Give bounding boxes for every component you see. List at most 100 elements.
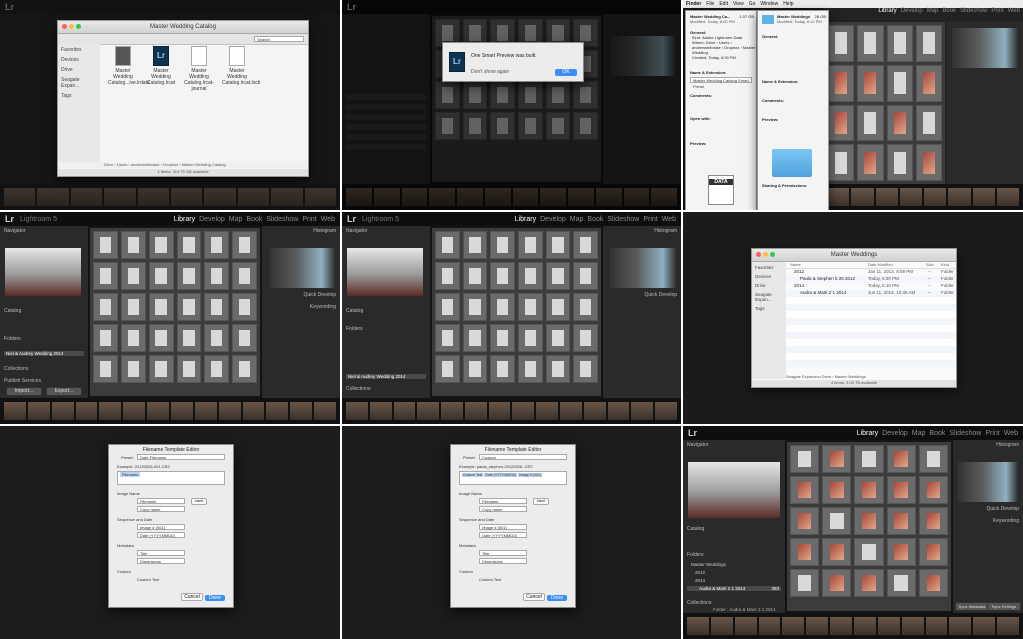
- window-controls[interactable]: [62, 24, 81, 29]
- module-print[interactable]: Print: [985, 430, 999, 437]
- publish-header[interactable]: Publish Services: [4, 378, 41, 384]
- insert-button[interactable]: Insert: [533, 498, 549, 505]
- folder-item-selected[interactable]: Niel & Audrey Wedding 2014: [4, 351, 84, 356]
- histogram-header[interactable]: Histogram: [262, 226, 340, 236]
- catalog-header[interactable]: Catalog: [4, 308, 21, 314]
- section-sharing[interactable]: Sharing & Permissions:: [762, 183, 807, 188]
- folder-2012[interactable]: 2012: [695, 570, 705, 575]
- copy-name-select[interactable]: Copy name: [479, 506, 527, 512]
- filename-select[interactable]: Filename: [479, 498, 527, 504]
- folders-header[interactable]: Folders: [4, 336, 21, 342]
- ok-button[interactable]: OK: [555, 69, 577, 76]
- search-input[interactable]: Search: [254, 36, 304, 42]
- folder-item-selected[interactable]: Audra & Mark 2 1 2014 383: [687, 586, 781, 591]
- folder-2014[interactable]: 2014: [695, 578, 705, 583]
- sidebar-item[interactable]: Tags: [61, 93, 97, 99]
- image-num-select[interactable]: Image # (001): [137, 524, 185, 530]
- import-button[interactable]: Import...: [6, 387, 42, 396]
- module-web[interactable]: Web: [1008, 8, 1020, 14]
- navigator-header[interactable]: Navigator: [683, 440, 785, 450]
- section-preview[interactable]: Preview:: [686, 121, 756, 146]
- cancel-button[interactable]: Cancel: [181, 593, 203, 601]
- list-item[interactable]: Audra & Mark 2 1 2014 Jun 11, 2014, 10:3…: [786, 290, 956, 297]
- navigator-header[interactable]: Navigator: [0, 226, 88, 236]
- module-book[interactable]: Book: [246, 216, 262, 223]
- module-develop[interactable]: Develop: [199, 216, 225, 223]
- section-general[interactable]: General:: [758, 24, 828, 39]
- sync-metadata-button[interactable]: Sync Metadata: [955, 602, 989, 611]
- dimensions-select[interactable]: Dimensions: [137, 558, 185, 564]
- sidebar-item[interactable]: Seagate Expan...: [755, 292, 783, 302]
- image-num-select[interactable]: Image # (001): [479, 524, 527, 530]
- window-controls[interactable]: [756, 252, 775, 257]
- module-book[interactable]: Book: [587, 216, 603, 223]
- collections-header[interactable]: Collections: [4, 366, 28, 372]
- col-date[interactable]: Date Modified: [868, 262, 893, 267]
- file-item[interactable]: Master Wedding Catalog.lrcat-journal: [184, 46, 214, 92]
- menu-window[interactable]: Window: [760, 0, 778, 8]
- keywording-header[interactable]: Keywording: [993, 518, 1019, 524]
- menu-help[interactable]: Help: [783, 0, 793, 8]
- section-general[interactable]: General:: [686, 24, 756, 35]
- module-slideshow[interactable]: Slideshow: [607, 216, 639, 223]
- navigator-header[interactable]: Navigator: [342, 226, 430, 236]
- title-select[interactable]: Title: [137, 550, 185, 556]
- col-name[interactable]: Name: [790, 262, 801, 267]
- sidebar-item[interactable]: Favorites: [61, 47, 97, 53]
- col-kind[interactable]: Kind: [941, 262, 949, 267]
- module-map[interactable]: Map: [229, 216, 243, 223]
- sidebar-item[interactable]: Favorites: [755, 265, 783, 270]
- module-web[interactable]: Web: [662, 216, 676, 223]
- histogram-header[interactable]: Histogram: [603, 226, 681, 236]
- module-develop[interactable]: Develop: [882, 430, 908, 437]
- module-library[interactable]: Library: [174, 216, 195, 223]
- collections-header[interactable]: Collections: [687, 600, 711, 606]
- dont-show-checkbox[interactable]: Don't show again: [471, 69, 509, 75]
- histogram-header[interactable]: Histogram: [953, 440, 1023, 450]
- module-slideshow[interactable]: Slideshow: [266, 216, 298, 223]
- section-name-ext[interactable]: Name & Extension:: [758, 39, 828, 84]
- copy-name-select[interactable]: Copy name: [137, 506, 185, 512]
- keywording-header[interactable]: Keywording: [310, 304, 336, 310]
- sidebar-item[interactable]: Drive: [61, 67, 97, 73]
- section-name-ext[interactable]: Name & Extension:: [686, 60, 756, 75]
- sidebar-item[interactable]: Devices: [755, 274, 783, 279]
- module-slideshow[interactable]: Slideshow: [960, 8, 987, 14]
- sidebar-item[interactable]: Drive: [755, 283, 783, 288]
- module-library[interactable]: Library: [515, 216, 536, 223]
- done-button[interactable]: Done: [547, 595, 567, 601]
- list-item[interactable]: 2012 Jan 11, 2013, 8:59 PM -- Folder: [786, 269, 956, 276]
- preset-select[interactable]: Date-Filename: [137, 454, 225, 460]
- insert-button[interactable]: Insert: [191, 498, 207, 505]
- module-develop[interactable]: Develop: [540, 216, 566, 223]
- sidebar-item[interactable]: Seagate Expan...: [61, 77, 97, 89]
- menu-go[interactable]: Go: [749, 0, 756, 8]
- module-book[interactable]: Book: [929, 430, 945, 437]
- section-preview[interactable]: Preview:: [758, 103, 828, 122]
- quick-develop-header[interactable]: Quick Develop: [986, 506, 1019, 512]
- date-select[interactable]: Date (YYYYMMDD): [479, 532, 527, 538]
- file-item[interactable]: Master Wedding Catalog...ive.lrdata: [108, 46, 150, 86]
- list-item[interactable]: 2014 Today, 6:10 PM -- Folder: [786, 283, 956, 290]
- folders-header[interactable]: Folders: [346, 326, 363, 332]
- date-select[interactable]: Date (YYYYMMDD): [137, 532, 185, 538]
- module-print[interactable]: Print: [643, 216, 657, 223]
- module-map[interactable]: Map: [570, 216, 584, 223]
- template-token-field[interactable]: Filename: [117, 471, 225, 485]
- sync-settings-button[interactable]: Sync Settings: [987, 602, 1021, 611]
- catalog-header[interactable]: Catalog: [346, 308, 363, 314]
- file-item[interactable]: Master Wedding Catalog.lrcat.lock: [222, 46, 260, 86]
- menu-view[interactable]: View: [733, 0, 744, 8]
- sidebar-item[interactable]: Tags: [755, 306, 783, 311]
- section-comments[interactable]: Comments:: [758, 84, 828, 103]
- module-print[interactable]: Print: [302, 216, 316, 223]
- title-select[interactable]: Title: [479, 550, 527, 556]
- list-item[interactable]: Paula & Stephen 5 26 2012 Today, 6:30 PM…: [786, 276, 956, 283]
- export-button[interactable]: Export...: [46, 387, 82, 396]
- template-token-field[interactable]: Custom Text Date (YYYYMMDD) Image # (001…: [459, 471, 567, 485]
- file-item[interactable]: Lr Master Wedding Catalog.lrcat: [146, 46, 176, 86]
- folder-root[interactable]: Master Weddings: [691, 562, 726, 567]
- module-slideshow[interactable]: Slideshow: [949, 430, 981, 437]
- filename-select[interactable]: Filename: [137, 498, 185, 504]
- dimensions-select[interactable]: Dimensions: [479, 558, 527, 564]
